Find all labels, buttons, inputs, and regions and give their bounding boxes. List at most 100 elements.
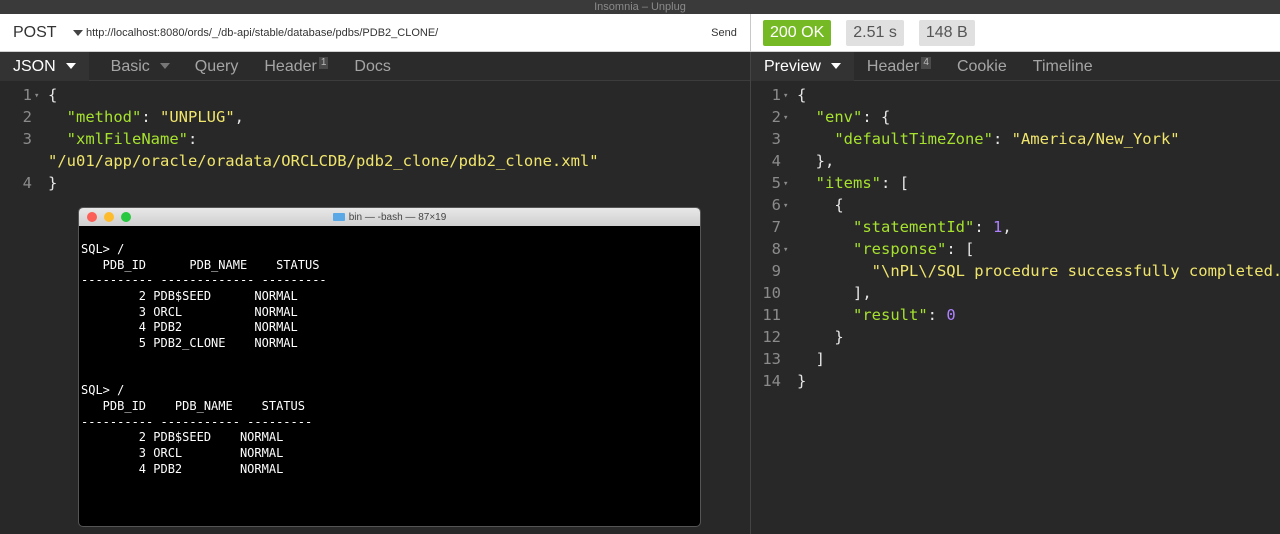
- code-line: 14}: [749, 370, 1278, 392]
- request-body-editor[interactable]: 1 ▾{2 "method": "UNPLUG", 3 "xmlFileName":…: [0, 81, 750, 194]
- folder-icon: [332, 212, 345, 221]
- json-separator: :: [992, 130, 1012, 148]
- request-tabs: JSON Basic Query Header 1 Docs: [0, 51, 750, 81]
- terminal-line: 2 PDB$SEED NORMAL: [81, 430, 284, 445]
- code-line: 2 ▾ "env": {: [749, 106, 1278, 128]
- code-line: 1 ▾{: [749, 84, 1278, 106]
- line-number: 2: [771, 108, 781, 126]
- code-line: 7 "statementId": 1,: [749, 216, 1278, 238]
- code-line: 8 ▾ "response": [: [749, 238, 1278, 260]
- chevron-down-icon: [830, 63, 841, 69]
- line-number: 4: [771, 152, 781, 170]
- code-line: 4}: [0, 172, 750, 194]
- tab-json-label: JSON: [13, 57, 56, 75]
- response-preview: 1 ▾{2 ▾ "env": {3 "defaultTimeZone": "Amer…: [749, 81, 1280, 392]
- terminal-line: ---------- ------------- ---------: [81, 273, 327, 288]
- json-key: "xmlFileName": [66, 130, 188, 148]
- line-number: 1: [771, 86, 781, 104]
- line-number: 13: [762, 350, 781, 368]
- code-punctuation: }: [48, 174, 58, 192]
- line-number: 10: [762, 284, 781, 302]
- tab-cookie-label: Cookie: [956, 57, 1007, 75]
- tab-docs-label: Docs: [354, 57, 391, 75]
- json-string: "America/New_York": [1011, 130, 1180, 148]
- tab-timeline-label: Timeline: [1032, 57, 1093, 75]
- terminal-line: PDB_ID PDB_NAME STATUS: [81, 398, 305, 413]
- json-key: "items": [815, 174, 881, 192]
- code-punctuation: : [: [946, 240, 975, 258]
- line-number: 7: [771, 218, 781, 236]
- code-line: 3 "defaultTimeZone": "America/New_York": [749, 128, 1278, 150]
- header-count-badge: 1: [318, 56, 329, 69]
- fold-arrow-icon[interactable]: ▾: [783, 173, 797, 195]
- response-bar: 200 OK 2.51 s 148 B: [750, 14, 1280, 52]
- line-number: 9: [771, 262, 781, 280]
- terminal-line: 4 PDB2 NORMAL: [81, 320, 298, 335]
- code-punctuation: :: [188, 130, 198, 148]
- line-number: 14: [762, 372, 781, 390]
- line-number: 5: [771, 174, 781, 192]
- line-number: 11: [762, 306, 781, 324]
- code-line: 13 ]: [749, 348, 1278, 370]
- code-line: 4 },: [749, 150, 1278, 172]
- code-punctuation: {: [48, 86, 58, 104]
- send-button[interactable]: Send: [698, 27, 750, 39]
- code-punctuation: {: [834, 196, 844, 214]
- terminal-title: bin — -bash — 87×19: [79, 212, 700, 223]
- chevron-down-icon: [65, 63, 76, 69]
- status-badge: 200 OK: [763, 19, 832, 46]
- terminal-line: 4 PDB2 NORMAL: [81, 461, 284, 476]
- code-punctuation: }: [797, 372, 807, 390]
- tab-basic[interactable]: Basic: [89, 52, 183, 81]
- url-input[interactable]: http://localhost:8080/ords/_/db-api/stab…: [80, 27, 698, 39]
- code-punctuation: : [: [881, 174, 909, 192]
- tab-basic-label: Basic: [110, 57, 150, 75]
- terminal-line: 3 ORCL NORMAL: [81, 445, 284, 460]
- code-punctuation: ,: [1002, 218, 1012, 236]
- code-line: "/u01/app/oracle/oradata/ORCLCDB/pdb2_cl…: [0, 150, 750, 172]
- tab-header[interactable]: Header 1: [251, 52, 341, 81]
- fold-arrow-icon[interactable]: ▾: [783, 195, 797, 217]
- code-line: 1 ▾{: [0, 84, 750, 106]
- line-number: 2: [22, 108, 32, 126]
- tab-query[interactable]: Query: [183, 52, 252, 81]
- tab-docs[interactable]: Docs: [341, 52, 403, 81]
- tab-cookie[interactable]: Cookie: [944, 52, 1020, 81]
- fold-arrow-icon[interactable]: ▾: [783, 85, 797, 107]
- tab-preview[interactable]: Preview: [751, 51, 854, 81]
- fold-arrow-icon[interactable]: ▾: [34, 85, 48, 107]
- method-select[interactable]: POST: [0, 23, 83, 42]
- code-punctuation: : {: [862, 108, 891, 126]
- tab-response-header-label: Header: [866, 57, 920, 75]
- code-line: 6 ▾ {: [749, 194, 1278, 216]
- line-number: 8: [771, 240, 781, 258]
- method-label: POST: [13, 23, 57, 41]
- terminal-line: 5 PDB2_CLONE NORMAL: [81, 336, 298, 351]
- terminal-titlebar[interactable]: bin — -bash — 87×19: [79, 208, 700, 226]
- json-string: "\nPL\/SQL procedure successfully comple…: [871, 262, 1280, 280]
- terminal-window[interactable]: bin — -bash — 87×19 SQL> / PDB_ID PDB_NA…: [78, 207, 701, 527]
- fold-arrow-icon[interactable]: ▾: [783, 107, 797, 129]
- tab-json[interactable]: JSON: [0, 51, 89, 81]
- tab-timeline[interactable]: Timeline: [1020, 52, 1106, 81]
- terminal-line: 2 PDB$SEED NORMAL: [81, 289, 298, 304]
- code-line: 11 "result": 0: [749, 304, 1278, 326]
- code-line: 12 }: [749, 326, 1278, 348]
- fold-arrow-icon[interactable]: ▾: [783, 239, 797, 261]
- tab-query-label: Query: [194, 57, 239, 75]
- code-punctuation: },: [815, 152, 835, 170]
- request-bar: POST http://localhost:8080/ords/_/db-api…: [0, 14, 750, 52]
- json-separator: :: [927, 306, 947, 324]
- terminal-line: SQL> /: [81, 242, 125, 256]
- chevron-down-icon: [159, 63, 170, 69]
- line-number: 3: [22, 130, 32, 148]
- tab-response-header[interactable]: Header 4: [854, 52, 944, 81]
- code-line: 5 ▾ "items": [: [749, 172, 1278, 194]
- json-separator: :: [974, 218, 993, 236]
